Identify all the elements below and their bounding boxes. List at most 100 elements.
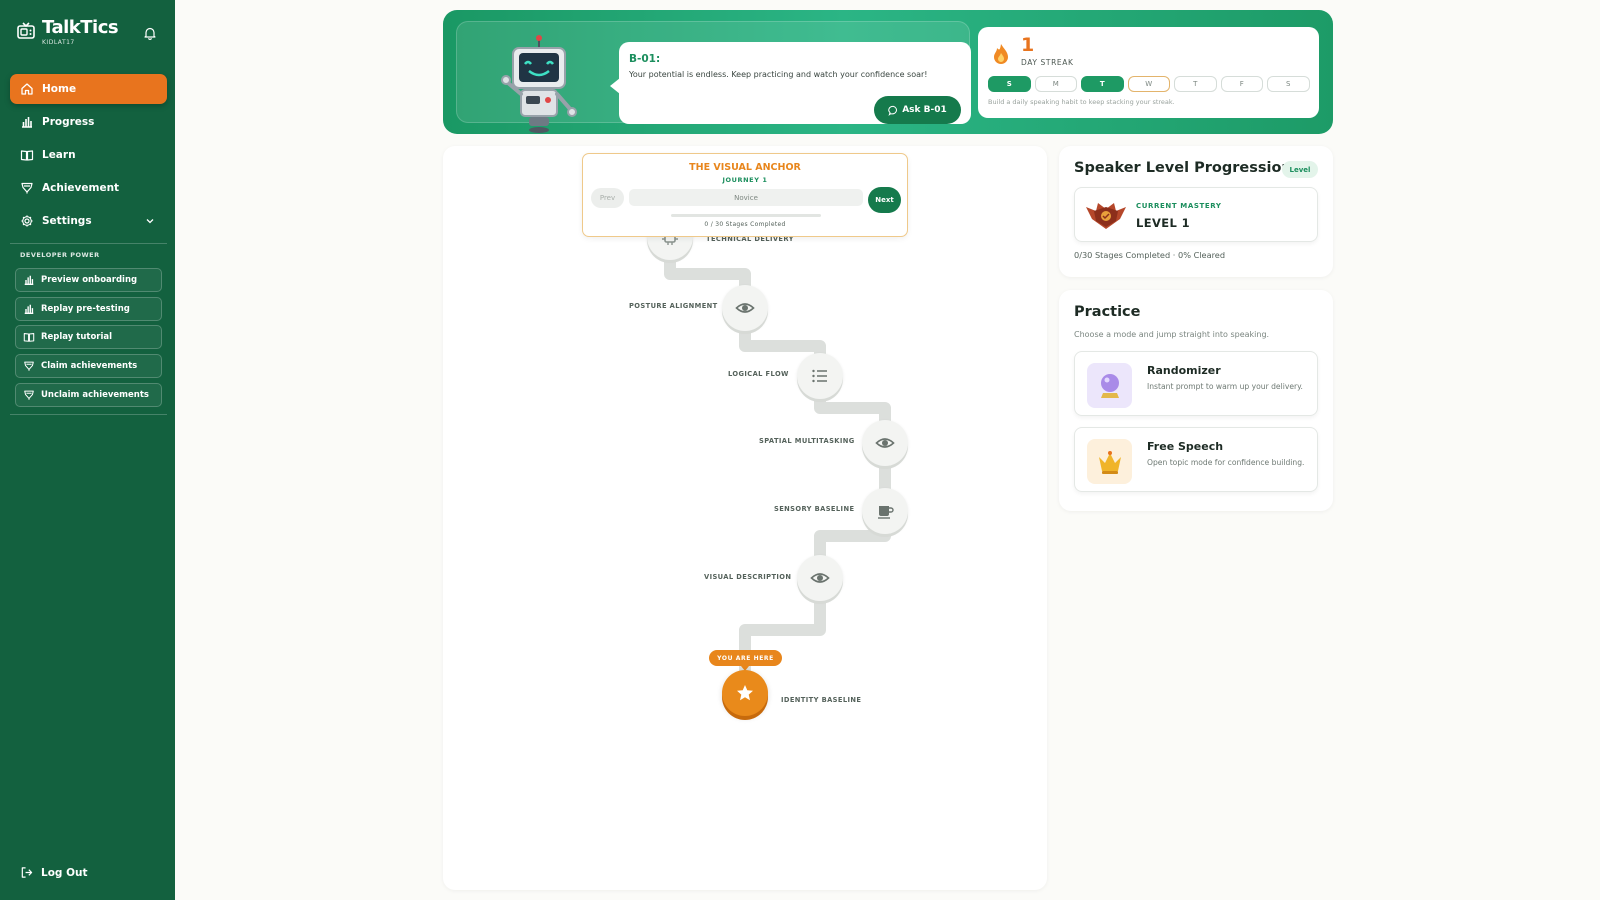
next-journey-button[interactable]: Next bbox=[868, 187, 901, 213]
stage-label: LOGICAL FLOW bbox=[728, 370, 789, 378]
journey-title: THE VISUAL ANCHOR bbox=[689, 162, 801, 173]
journey-path bbox=[664, 242, 891, 706]
nav-item-progress[interactable]: Progress bbox=[10, 107, 167, 137]
stage-node-spatial-multitasking[interactable] bbox=[862, 420, 908, 466]
tv-logo-icon bbox=[17, 22, 35, 39]
stage-node-posture-alignment[interactable] bbox=[722, 285, 768, 331]
day-pill-sun[interactable]: S bbox=[988, 76, 1031, 92]
eye-icon bbox=[810, 573, 830, 583]
bar-chart-icon bbox=[22, 117, 32, 128]
stage-node-sensory-baseline[interactable] bbox=[862, 488, 908, 534]
logout-icon bbox=[21, 867, 33, 878]
app-name: TalkTics bbox=[42, 17, 119, 38]
crown-icon bbox=[1098, 450, 1121, 474]
bell-icon[interactable] bbox=[143, 26, 157, 40]
day-pill-mon[interactable]: M bbox=[1034, 76, 1077, 92]
mode-title: Free Speech bbox=[1147, 440, 1224, 453]
nav-item-label: Progress bbox=[42, 116, 95, 128]
username: KIDLAT17 bbox=[42, 39, 75, 46]
developer-section-title: DEVELOPER POWER bbox=[20, 251, 100, 259]
nav-item-learn[interactable]: Learn bbox=[10, 140, 167, 170]
day-pill-sat[interactable]: S bbox=[1267, 76, 1310, 92]
robot-mascot-icon bbox=[501, 35, 577, 133]
level-card-title: Speaker Level Progression bbox=[1074, 160, 1292, 176]
book-icon bbox=[20, 150, 34, 161]
list-icon bbox=[812, 369, 827, 383]
bar-chart-icon bbox=[24, 275, 34, 285]
nav-item-label: Home bbox=[42, 83, 77, 95]
mode-icon-wrap bbox=[1087, 363, 1132, 408]
brand[interactable]: TalkTics KIDLAT17 bbox=[16, 17, 119, 46]
sidebar-divider bbox=[10, 243, 167, 244]
assistant-speech-bubble: B-01: Your potential is endless. Keep pr… bbox=[610, 42, 971, 124]
dev-item-label: Replay tutorial bbox=[41, 332, 113, 343]
stage-label: SENSORY BASELINE bbox=[774, 505, 855, 513]
streak-week: S M T W T F S bbox=[988, 76, 1310, 92]
stage-label: POSTURE ALIGNMENT bbox=[629, 302, 718, 310]
journey-map: TECHNICAL DELIVERY POSTURE ALIGNMENT LOG… bbox=[443, 146, 1047, 890]
day-pill-tue[interactable]: T bbox=[1081, 76, 1124, 92]
practice-title: Practice bbox=[1074, 304, 1141, 320]
you-are-here-badge: YOU ARE HERE bbox=[709, 650, 782, 671]
replay-tutorial-button[interactable]: Replay tutorial bbox=[15, 325, 162, 350]
gear-icon bbox=[21, 215, 33, 227]
mastery-level: LEVEL 1 bbox=[1136, 216, 1191, 230]
practice-card: Practice Choose a mode and jump straight… bbox=[1059, 290, 1333, 511]
mode-icon-wrap bbox=[1087, 439, 1132, 484]
sidebar: TalkTics KIDLAT17 Home Progress Learn Ac… bbox=[0, 0, 175, 900]
dev-item-label: Replay pre-testing bbox=[41, 303, 130, 314]
journey-progress-bar bbox=[671, 214, 821, 217]
trophy-icon bbox=[21, 182, 33, 194]
day-pill-fri[interactable]: F bbox=[1220, 76, 1263, 92]
trophy-icon bbox=[24, 361, 34, 371]
dev-item-label: Claim achievements bbox=[41, 361, 138, 372]
ask-assistant-button[interactable]: Ask B-01 bbox=[874, 96, 961, 124]
nav-item-home[interactable]: Home bbox=[10, 74, 167, 104]
nav-item-settings[interactable]: Settings bbox=[10, 206, 167, 236]
streak-label: DAY STREAK bbox=[1021, 58, 1074, 67]
home-icon bbox=[21, 83, 33, 95]
day-pill-wed[interactable]: W bbox=[1127, 76, 1170, 92]
stage-node-logical-flow[interactable] bbox=[797, 353, 843, 399]
ask-assistant-label: Ask B-01 bbox=[902, 105, 947, 115]
nav-item-label: Settings bbox=[42, 215, 92, 227]
coffee-icon bbox=[878, 506, 894, 519]
journey-header: THE VISUAL ANCHOR JOURNEY 1 Prev Novice … bbox=[582, 153, 908, 237]
chevron-down-icon[interactable] bbox=[145, 216, 155, 226]
difficulty-select[interactable]: Novice bbox=[629, 189, 863, 206]
claim-achievements-button[interactable]: Claim achievements bbox=[15, 354, 162, 379]
assistant-name: B-01: bbox=[629, 53, 661, 65]
nav-item-achievement[interactable]: Achievement bbox=[10, 173, 167, 203]
logout-button[interactable]: Log Out bbox=[20, 866, 88, 879]
hero-banner: B-01: Your potential is endless. Keep pr… bbox=[443, 10, 1333, 134]
mode-title: Randomizer bbox=[1147, 364, 1221, 377]
assistant-panel: B-01: Your potential is endless. Keep pr… bbox=[456, 21, 971, 133]
replay-pretesting-button[interactable]: Replay pre-testing bbox=[15, 296, 162, 321]
streak-count: 1 bbox=[1021, 34, 1035, 56]
mode-description: Open topic mode for confidence building. bbox=[1147, 458, 1305, 467]
randomizer-mode-button[interactable]: Randomizer Instant prompt to warm up you… bbox=[1074, 351, 1318, 416]
trophy-icon bbox=[24, 390, 34, 400]
practice-description: Choose a mode and jump straight into spe… bbox=[1074, 330, 1270, 339]
current-mastery: CURRENT MASTERY LEVEL 1 bbox=[1074, 187, 1318, 242]
prev-journey-button[interactable]: Prev bbox=[591, 188, 624, 208]
stage-node-visual-description[interactable] bbox=[797, 555, 843, 601]
streak-hint: Build a daily speaking habit to keep sta… bbox=[988, 98, 1175, 106]
book-icon bbox=[23, 333, 35, 343]
journey-stage-count: 0 / 30 Stages Completed bbox=[704, 221, 786, 228]
preview-onboarding-button[interactable]: Preview onboarding bbox=[15, 268, 162, 292]
nav-item-label: Achievement bbox=[42, 182, 120, 194]
stage-node-identity-baseline[interactable] bbox=[722, 670, 768, 716]
free-speech-mode-button[interactable]: Free Speech Open topic mode for confiden… bbox=[1074, 427, 1318, 492]
assistant-message: Your potential is endless. Keep practici… bbox=[629, 70, 928, 79]
day-pill-thu[interactable]: T bbox=[1174, 76, 1217, 92]
stage-label: VISUAL DESCRIPTION bbox=[704, 573, 792, 581]
stage-label: IDENTITY BASELINE bbox=[781, 696, 862, 704]
unclaim-achievements-button[interactable]: Unclaim achievements bbox=[15, 382, 162, 407]
chat-bubble-icon bbox=[888, 105, 898, 116]
mastery-caption: CURRENT MASTERY bbox=[1136, 202, 1222, 210]
nav-item-label: Learn bbox=[42, 149, 76, 161]
star-icon bbox=[737, 685, 753, 701]
eye-icon bbox=[875, 438, 895, 448]
dev-item-label: Preview onboarding bbox=[41, 275, 138, 285]
